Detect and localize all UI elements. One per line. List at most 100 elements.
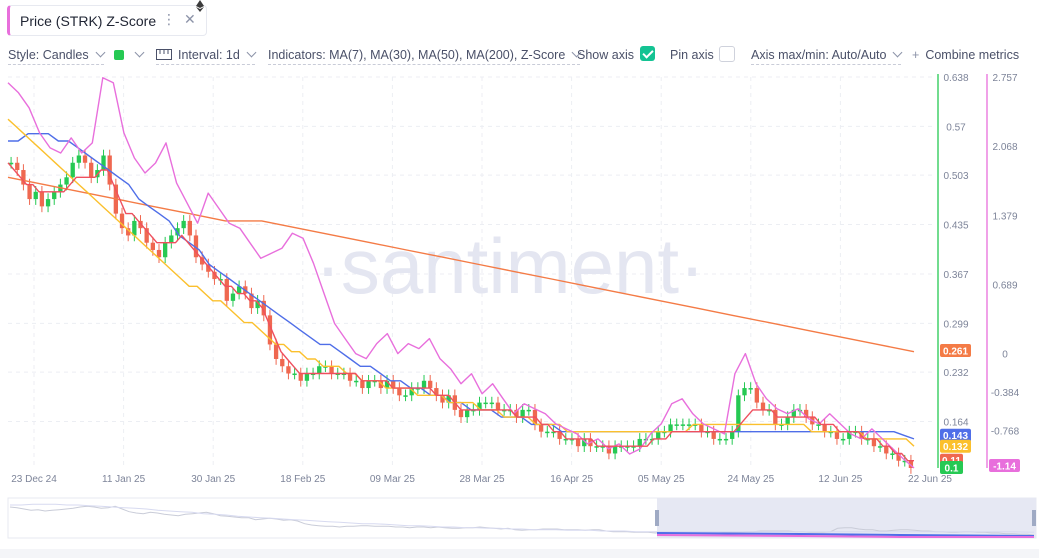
candle (421, 380, 427, 389)
zscore-tick-label: 0.689 (992, 280, 1017, 291)
chevron-down-icon (246, 47, 257, 58)
show-axis-checkbox[interactable] (640, 46, 655, 61)
candle (347, 373, 353, 381)
candle (816, 424, 821, 426)
style-label: Style: Candles (8, 48, 89, 62)
date-tick-label: 30 Jan 25 (191, 474, 235, 485)
candle (397, 388, 402, 396)
price-axis: 0.638 0.57 0.503 0.435 0.367 0.299 0.232 0.164 (937, 73, 969, 468)
candle (89, 162, 94, 178)
candle (877, 446, 883, 448)
candle (575, 438, 581, 447)
candle (366, 380, 371, 389)
candle (871, 438, 877, 447)
date-tick-label: 28 Mar 25 (459, 474, 504, 485)
candle (76, 155, 82, 163)
ma200-badge-text: 0.261 (943, 346, 968, 357)
candle (403, 395, 408, 397)
plus-icon: + (912, 48, 920, 62)
candle (82, 155, 88, 163)
metric-tab[interactable]: Price (STRK) Z-Score ⋮ ✕ (7, 5, 207, 36)
candle (717, 438, 723, 441)
zscore-tick-label: 1.379 (992, 211, 1017, 222)
candle (730, 431, 735, 439)
navigator-left-handle (655, 510, 659, 526)
interval-dropdown[interactable]: Interval: 1d (156, 47, 257, 65)
combine-label: Combine metrics (925, 48, 1020, 62)
candle (884, 446, 889, 454)
candle (70, 162, 75, 178)
style-dropdown[interactable]: Style: Candles (8, 47, 106, 65)
candle (520, 409, 525, 418)
color-swatch[interactable] (114, 50, 124, 60)
price-tick-label: 0.232 (943, 368, 968, 379)
candle (360, 380, 365, 389)
candle (280, 358, 285, 367)
zscore-badge: -1.14 (989, 459, 1020, 473)
price-chart[interactable]: ·santiment· 0.638 0.57 0.503 0.435 0.367 0.29… (0, 68, 1039, 558)
candle (428, 380, 433, 389)
navigator-right-handle (1032, 510, 1036, 526)
navigator[interactable] (7, 497, 1037, 539)
zscore-tick-label: 2.757 (992, 73, 1017, 84)
combine-metrics-button[interactable]: + Combine metrics (912, 48, 1019, 62)
candle (292, 373, 297, 376)
date-tick-label: 23 Dec 24 (11, 474, 57, 485)
candle (33, 191, 38, 200)
candle (465, 409, 470, 418)
candle (668, 424, 673, 432)
ma30-badge-text: 0.132 (943, 442, 968, 453)
zscore-tick-label: 0 (1002, 350, 1008, 361)
chevron-down-icon (95, 47, 106, 58)
ma7-badge-text: 0.1 (945, 464, 959, 475)
close-icon[interactable]: ✕ (184, 11, 196, 28)
top-bar: Price (STRK) Z-Score ⋮ ✕ (0, 0, 1039, 40)
axis-label: Axis max/min: Auto/Auto (751, 48, 887, 62)
santiment-watermark: ·santiment· (315, 222, 705, 310)
candle (656, 431, 661, 439)
candle (187, 220, 192, 236)
vertical-dots-icon[interactable]: ⋮ (162, 11, 176, 28)
color-dropdown[interactable] (128, 47, 145, 62)
pin-axis-label: Pin axis (670, 48, 714, 62)
candle (538, 424, 544, 432)
chevron-down-icon (134, 47, 145, 58)
candle (526, 409, 531, 412)
price-tick-label: 0.435 (943, 221, 968, 232)
show-axis-label: Show axis (577, 48, 634, 62)
candle (834, 431, 840, 439)
ma7-badge: 0.1 (940, 461, 963, 475)
interval-label: Interval: 1d (178, 48, 240, 62)
candle (329, 366, 334, 374)
candles (8, 149, 914, 474)
ma200-badge: 0.261 (940, 343, 971, 357)
candle (64, 177, 69, 185)
candle (699, 424, 704, 432)
price-tick-label: 0.503 (943, 171, 968, 182)
candle (495, 402, 501, 410)
date-tick-label: 09 Mar 25 (370, 474, 415, 485)
candle (483, 402, 488, 405)
indicators-label: Indicators: MA(7), MA(30), MA(50), MA(20… (268, 48, 566, 62)
candle (680, 424, 686, 426)
candle (39, 191, 45, 207)
axis-dropdown[interactable]: Axis max/min: Auto/Auto (751, 47, 903, 65)
date-tick-label: 12 Jun 25 (818, 474, 862, 485)
candle (489, 402, 494, 405)
candle (742, 388, 747, 396)
zscore-axis: 2.757 2.068 1.379 0.689 0 -0.384 -0.768 (986, 73, 1020, 468)
indicators-dropdown[interactable]: Indicators: MA(7), MA(30), MA(50), MA(20… (268, 47, 582, 65)
pin-axis-checkbox[interactable] (719, 46, 735, 62)
candle (224, 279, 229, 301)
candle (545, 431, 550, 434)
date-tick-label: 18 Feb 25 (280, 474, 325, 485)
date-tick-label: 05 May 25 (638, 474, 685, 485)
candle (890, 453, 895, 455)
candle (150, 242, 155, 250)
last-value-badges: 0.2610.1430.1320.110.1-1.14 (940, 343, 1020, 475)
candle (304, 373, 310, 381)
price-tick-label: 0.164 (943, 417, 968, 428)
candle (674, 424, 679, 426)
chart-toolbar: Style: Candles Interval: 1d Indicators: … (0, 44, 1039, 66)
candle (27, 184, 32, 200)
